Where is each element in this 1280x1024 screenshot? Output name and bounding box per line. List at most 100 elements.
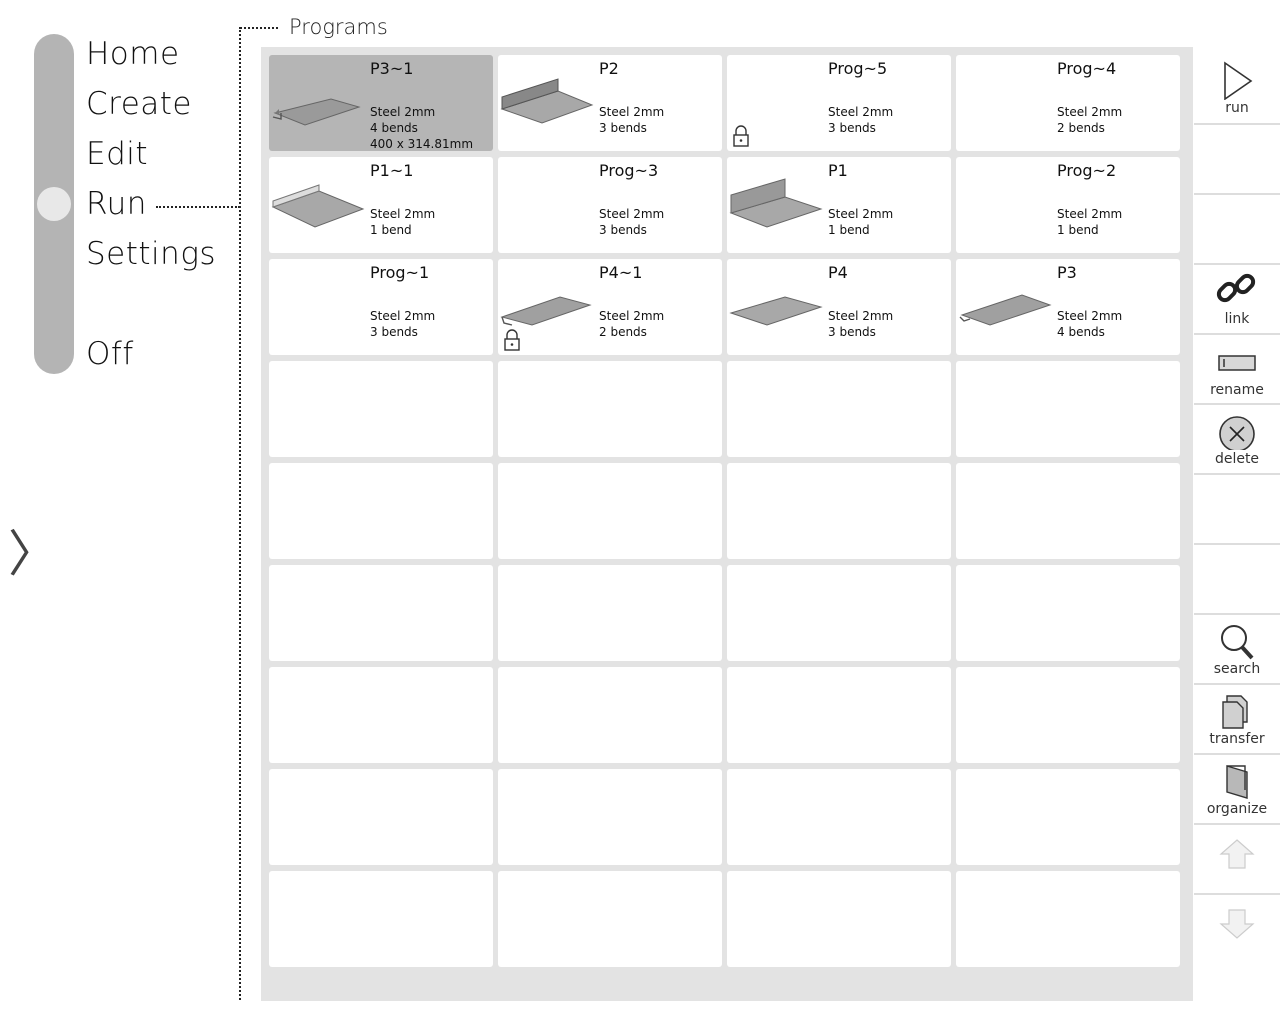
empty-program-slot[interactable] — [956, 667, 1180, 763]
program-tile[interactable]: Prog~5 Steel 2mm 3 bends — [727, 55, 951, 151]
program-name: P1~1 — [370, 161, 414, 180]
part-thumbnail — [500, 78, 594, 124]
program-details: Steel 2mm 3 bends — [370, 308, 435, 340]
rename-label: rename — [1210, 382, 1264, 398]
empty-program-slot[interactable] — [727, 463, 951, 559]
program-details: Steel 2mm 1 bend — [828, 206, 893, 238]
empty-program-slot[interactable] — [956, 463, 1180, 559]
program-name: Prog~1 — [370, 263, 430, 282]
empty-program-slot[interactable] — [956, 361, 1180, 457]
program-material: Steel 2mm — [1057, 309, 1123, 323]
program-bends: 3 bends — [370, 325, 418, 339]
empty-program-slot[interactable] — [498, 769, 722, 865]
program-tile[interactable]: P4 Steel 2mm 3 bends — [727, 259, 951, 355]
link-label: link — [1224, 311, 1250, 327]
part-thumbnail — [729, 178, 823, 228]
nav-item-home[interactable]: Home — [86, 34, 180, 74]
empty-program-slot[interactable] — [727, 769, 951, 865]
empty-program-slot[interactable] — [727, 871, 951, 967]
empty-program-slot[interactable] — [269, 769, 493, 865]
chevron-right-icon[interactable]: 〉 — [8, 524, 58, 584]
organize-button[interactable]: organize — [1194, 756, 1280, 825]
program-tile[interactable]: Prog~2 Steel 2mm 1 bend — [956, 157, 1180, 253]
empty-program-slot[interactable] — [727, 565, 951, 661]
scroll-down-button[interactable] — [1194, 896, 1280, 965]
program-tile[interactable]: Prog~3 Steel 2mm 3 bends — [498, 157, 722, 253]
program-name: P3~1 — [370, 59, 414, 78]
rename-icon — [1218, 355, 1256, 371]
empty-program-slot[interactable] — [498, 361, 722, 457]
program-name: Prog~2 — [1057, 161, 1117, 180]
empty-program-slot[interactable] — [498, 463, 722, 559]
nav-item-run[interactable]: Run — [86, 184, 147, 224]
run-button[interactable]: run — [1194, 56, 1280, 125]
empty-program-slot[interactable] — [269, 871, 493, 967]
program-name: Prog~4 — [1057, 59, 1117, 78]
empty-program-slot[interactable] — [956, 565, 1180, 661]
program-name: P3 — [1057, 263, 1077, 282]
program-material: Steel 2mm — [1057, 207, 1123, 221]
empty-program-slot[interactable] — [956, 769, 1180, 865]
program-material: Steel 2mm — [370, 207, 436, 221]
delete-icon — [1219, 416, 1255, 450]
program-bends: 3 bends — [828, 325, 876, 339]
nav-item-settings[interactable]: Settings — [86, 234, 216, 274]
arrow-up-icon — [1219, 839, 1255, 869]
lock-icon — [504, 329, 520, 351]
nav-item-create[interactable]: Create — [86, 84, 192, 124]
program-tile[interactable]: P2 Steel 2mm 3 bends — [498, 55, 722, 151]
program-name: P2 — [599, 59, 619, 78]
nav-slider-knob[interactable] — [37, 187, 71, 221]
program-bends: 4 bends — [370, 121, 418, 135]
program-tile[interactable]: P1~1 Steel 2mm 1 bend — [269, 157, 493, 253]
program-material: Steel 2mm — [828, 309, 894, 323]
empty-program-slot[interactable] — [727, 667, 951, 763]
link-icon — [1216, 273, 1256, 303]
run-connector-line — [156, 206, 240, 208]
program-bends: 3 bends — [599, 223, 647, 237]
program-details: Steel 2mm 3 bends — [828, 308, 893, 340]
rename-button[interactable]: rename — [1194, 336, 1280, 405]
panel-title: Programs — [289, 15, 388, 39]
program-tile[interactable]: P3 Steel 2mm 4 bends — [956, 259, 1180, 355]
scroll-up-button[interactable] — [1194, 826, 1280, 895]
search-icon — [1221, 625, 1254, 660]
program-tile[interactable]: P3~1 Steel 2mm 4 bends 400 x 314.81mm — [269, 55, 493, 151]
program-bends: 3 bends — [599, 121, 647, 135]
program-material: Steel 2mm — [599, 309, 665, 323]
empty-program-slot[interactable] — [727, 361, 951, 457]
empty-program-slot[interactable] — [956, 871, 1180, 967]
nav-item-off[interactable]: Off — [86, 334, 134, 374]
nav-item-edit[interactable]: Edit — [86, 134, 148, 174]
empty-program-slot[interactable] — [269, 565, 493, 661]
delete-button[interactable]: delete — [1194, 406, 1280, 475]
organize-label: organize — [1206, 801, 1268, 817]
part-thumbnail — [500, 296, 592, 326]
program-dimensions: 400 x 314.81mm — [370, 137, 474, 151]
part-thumbnail — [729, 296, 823, 326]
program-bends: 2 bends — [1057, 121, 1105, 135]
empty-program-slot[interactable] — [269, 463, 493, 559]
link-button[interactable]: link — [1194, 266, 1280, 335]
part-thumbnail — [959, 294, 1052, 326]
toolbar-empty-slot — [1194, 196, 1280, 265]
empty-program-slot[interactable] — [498, 667, 722, 763]
program-material: Steel 2mm — [370, 105, 436, 119]
program-details: Steel 2mm 2 bends — [1057, 104, 1122, 136]
program-material: Steel 2mm — [828, 105, 894, 119]
transfer-button[interactable]: transfer — [1194, 686, 1280, 755]
program-bends: 2 bends — [599, 325, 647, 339]
search-button[interactable]: search — [1194, 616, 1280, 685]
empty-program-slot[interactable] — [498, 565, 722, 661]
empty-program-slot[interactable] — [269, 361, 493, 457]
toolbar-empty-slot — [1194, 476, 1280, 545]
program-tile[interactable]: P1 Steel 2mm 1 bend — [727, 157, 951, 253]
program-tile[interactable]: Prog~1 Steel 2mm 3 bends — [269, 259, 493, 355]
empty-program-slot[interactable] — [269, 667, 493, 763]
program-details: Steel 2mm 2 bends — [599, 308, 664, 340]
empty-program-slot[interactable] — [498, 871, 722, 967]
program-name: Prog~3 — [599, 161, 659, 180]
lock-icon — [733, 125, 749, 147]
program-tile[interactable]: P4~1 Steel 2mm 2 bends — [498, 259, 722, 355]
program-tile[interactable]: Prog~4 Steel 2mm 2 bends — [956, 55, 1180, 151]
